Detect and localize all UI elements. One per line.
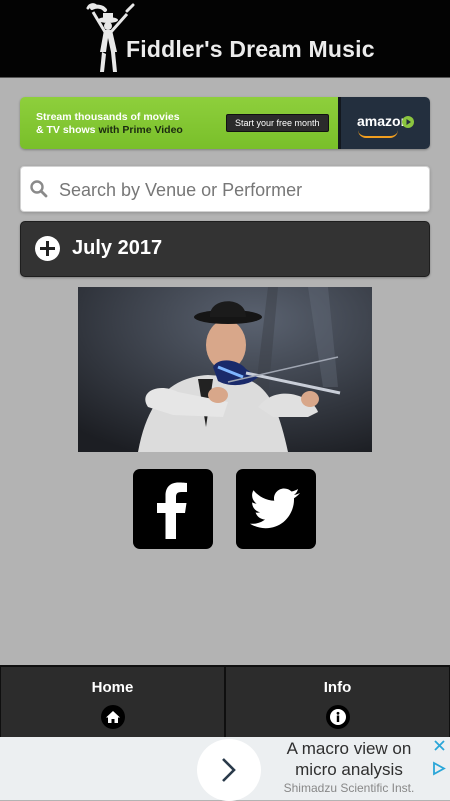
twitter-icon: [250, 488, 300, 529]
ad-line-2: & TV shows with Prime Video: [36, 124, 183, 136]
ad-line-2-prefix: & TV shows: [36, 124, 99, 136]
violinist-photo: [78, 287, 372, 452]
ad-sponsor: Shimadzu Scientific Inst.: [283, 781, 415, 795]
amazon-logo-panel: amazon: [338, 97, 430, 149]
bottom-nav: Home Info: [0, 665, 450, 738]
play-icon: [402, 116, 414, 128]
ad-open-button[interactable]: [197, 739, 261, 801]
home-icon: [100, 705, 125, 729]
facebook-icon: [157, 482, 187, 539]
twitter-button[interactable]: [236, 469, 316, 549]
adchoices-icon[interactable]: [431, 761, 446, 776]
app-header: Fiddler's Dream Music: [0, 0, 450, 78]
close-icon[interactable]: [433, 739, 446, 752]
plus-circle-icon: [35, 236, 60, 261]
info-icon: [325, 705, 350, 729]
ad-line-1: Stream thousands of movies: [36, 111, 180, 123]
ad-headline: A macro view on micro analysis: [286, 739, 412, 779]
tab-info-label: Info: [323, 679, 352, 696]
search-bar[interactable]: [20, 166, 430, 212]
facebook-button[interactable]: [133, 469, 213, 549]
ad-cta-button[interactable]: Start your free month: [226, 114, 329, 132]
chevron-right-icon: [222, 758, 236, 782]
ad-line-2-highlight: with Prime Video: [98, 124, 183, 136]
prime-video-ad[interactable]: Stream thousands of movies & TV shows wi…: [20, 97, 430, 149]
violinist-illustration: [78, 287, 372, 452]
tab-home[interactable]: Home: [0, 666, 225, 738]
month-collapsible-july-2017[interactable]: July 2017: [20, 221, 430, 277]
bottom-display-ad[interactable]: A macro view on micro analysis Shimadzu …: [0, 737, 450, 801]
amazon-smile-icon: [358, 130, 398, 138]
tab-info[interactable]: Info: [225, 666, 450, 738]
search-input[interactable]: [57, 176, 421, 204]
app-title: Fiddler's Dream Music: [126, 36, 375, 62]
tab-home-label: Home: [91, 679, 134, 696]
month-label: July 2017: [72, 237, 163, 259]
ad-green-panel: Stream thousands of movies & TV shows wi…: [20, 97, 338, 149]
search-icon: [30, 180, 48, 198]
